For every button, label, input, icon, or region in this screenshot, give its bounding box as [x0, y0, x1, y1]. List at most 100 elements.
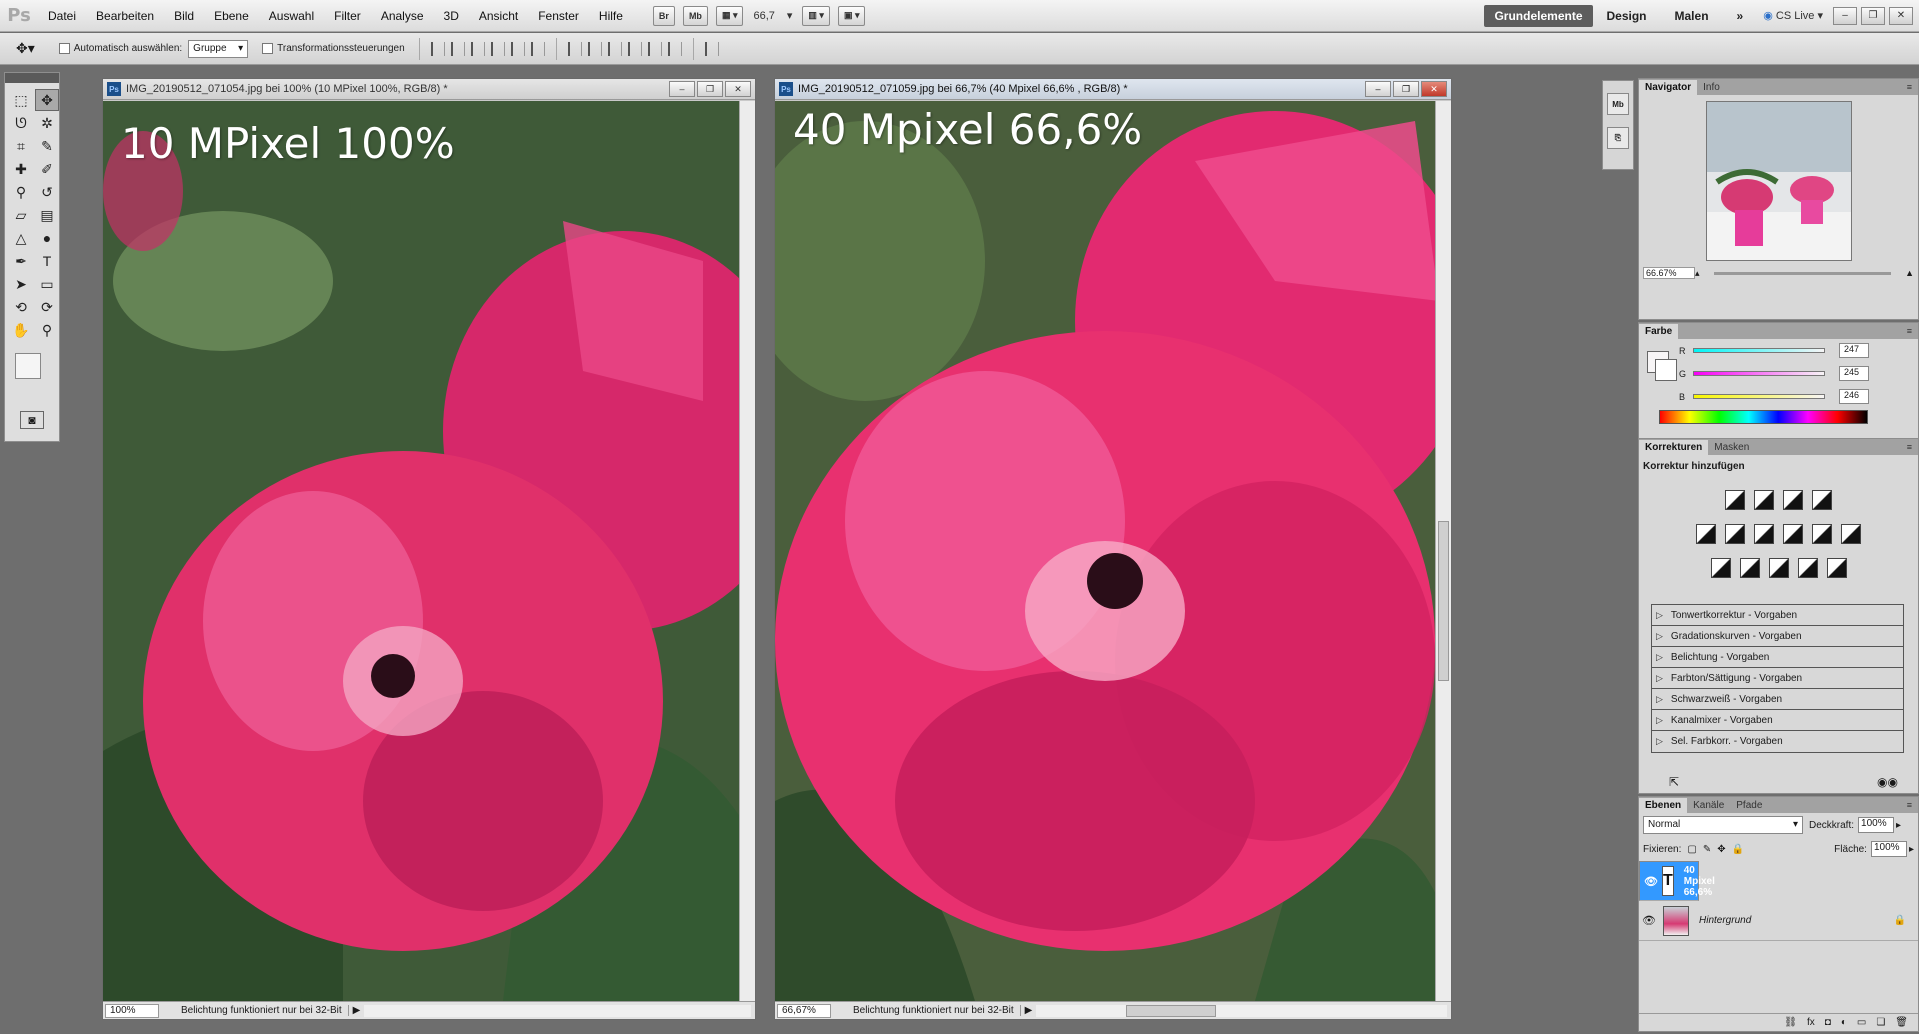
color-g-value[interactable]: 245 [1839, 366, 1869, 381]
preset-farbton-saettigung[interactable]: Farbton/Sättigung - Vorgaben [1652, 668, 1903, 689]
menu-ebene[interactable]: Ebene [204, 9, 259, 23]
menu-bearbeiten[interactable]: Bearbeiten [86, 9, 164, 23]
zoom-tool-icon[interactable]: ⚲ [35, 319, 59, 341]
visibility-eye-icon[interactable]: 👁 [1639, 914, 1659, 927]
pen-tool-icon[interactable]: ✒ [9, 250, 33, 272]
new-adjustment-layer-icon[interactable]: ◐ [1841, 1017, 1847, 1028]
doc-restore-button[interactable]: ❐ [697, 81, 723, 97]
align-hcenter-icon[interactable] [510, 41, 525, 56]
zoom-level-field[interactable]: 66,7 [753, 10, 774, 22]
foreground-color-swatch[interactable] [15, 353, 41, 379]
minimize-button[interactable]: – [1833, 6, 1857, 25]
brightness-contrast-icon[interactable] [1725, 490, 1745, 510]
color-r-slider[interactable] [1693, 348, 1825, 353]
panel-menu-icon[interactable]: ≡ [1901, 800, 1918, 810]
adjustments-clip-icon[interactable]: ◉◉ [1877, 775, 1898, 789]
canvas-left[interactable]: 10 MPixel 100% [103, 101, 739, 1001]
align-top-icon[interactable] [430, 41, 445, 56]
doc-close-button[interactable]: ✕ [725, 81, 751, 97]
lasso-tool-icon[interactable]: ᘎ [9, 112, 33, 134]
add-mask-icon[interactable]: ◘ [1825, 1017, 1831, 1028]
color-g-slider[interactable] [1693, 371, 1825, 376]
posterize-icon[interactable] [1739, 558, 1760, 578]
horizontal-scrollbar-left[interactable] [364, 1004, 751, 1017]
menu-bild[interactable]: Bild [164, 9, 204, 23]
menu-analyse[interactable]: Analyse [371, 9, 434, 23]
screen-mode-button[interactable]: ▣ ▾ [837, 5, 866, 26]
tab-korrekturen[interactable]: Korrekturen [1639, 440, 1709, 455]
tab-kanaele[interactable]: Kanäle [1687, 798, 1730, 813]
canvas-right[interactable]: 40 Mpixel 66,6% [775, 101, 1435, 1001]
adjustments-return-icon[interactable]: ⇱ [1669, 775, 1679, 789]
move-tool-icon[interactable]: ✥ [35, 89, 59, 111]
restore-button[interactable]: ❐ [1861, 6, 1885, 25]
lock-transparency-icon[interactable]: ▢ [1687, 844, 1696, 855]
history-panel-icon[interactable]: ⎘ [1607, 127, 1629, 149]
distribute-hcenter-icon[interactable] [647, 41, 662, 56]
gradient-map-icon[interactable] [1797, 558, 1818, 578]
bridge-button[interactable]: Br [652, 5, 675, 26]
blend-mode-dropdown[interactable]: Normal ▾ [1643, 816, 1803, 834]
eraser-tool-icon[interactable]: ▱ [9, 204, 33, 226]
transform-controls-checkbox[interactable] [262, 43, 274, 54]
layer-name[interactable]: 40 Mpixel 66,6% [1684, 865, 1715, 898]
doc-close-button[interactable]: ✕ [1421, 81, 1447, 97]
tools-panel-header[interactable] [5, 73, 59, 83]
layer-name[interactable]: Hintergrund [1699, 915, 1751, 926]
3d-camera-tool-icon[interactable]: ⟳ [35, 296, 59, 318]
lock-all-icon[interactable]: 🔒 [1732, 844, 1744, 855]
minibridge-button[interactable]: Mb [682, 5, 708, 26]
blur-tool-icon[interactable]: △ [9, 227, 33, 249]
navigator-zoom-field[interactable]: 66.67% [1643, 267, 1695, 279]
document-title-bar-right[interactable]: Ps IMG_20190512_071059.jpg bei 66,7% (40… [775, 79, 1451, 100]
type-tool-icon[interactable]: T [35, 250, 59, 272]
menu-auswahl[interactable]: Auswahl [259, 9, 324, 23]
gradient-tool-icon[interactable]: ▤ [35, 204, 59, 226]
vertical-scrollbar-right[interactable] [1435, 101, 1451, 1001]
3d-rotate-tool-icon[interactable]: ⟲ [9, 296, 33, 318]
curves-icon[interactable] [1783, 490, 1803, 510]
tab-ebenen[interactable]: Ebenen [1639, 798, 1688, 813]
color-balance-icon[interactable] [1754, 524, 1774, 544]
opacity-field[interactable]: 100% [1858, 817, 1895, 833]
zoom-field-left[interactable]: 100% [105, 1003, 159, 1018]
threshold-icon[interactable] [1768, 558, 1789, 578]
document-title-bar-left[interactable]: Ps IMG_20190512_071054.jpg bei 100% (10 … [103, 79, 755, 100]
color-b-slider[interactable] [1693, 394, 1825, 399]
marquee-tool-icon[interactable]: ⬚ [9, 89, 33, 111]
doc-restore-button[interactable]: ❐ [1393, 81, 1419, 97]
preset-tonwertkorrektur[interactable]: Tonwertkorrektur - Vorgaben [1652, 605, 1903, 626]
menu-3d[interactable]: 3D [434, 9, 469, 23]
preset-schwarzweiss[interactable]: Schwarzweiß - Vorgaben [1652, 689, 1903, 710]
new-layer-icon[interactable]: ❏ [1876, 1017, 1885, 1028]
shape-tool-icon[interactable]: ▭ [35, 273, 59, 295]
layer-style-icon[interactable]: fx [1807, 1017, 1815, 1028]
preset-kanalmixer[interactable]: Kanalmixer - Vorgaben [1652, 710, 1903, 731]
tab-info[interactable]: Info [1697, 80, 1726, 95]
panel-menu-icon[interactable]: ≡ [1901, 82, 1918, 92]
hue-saturation-icon[interactable] [1725, 524, 1745, 544]
fill-field[interactable]: 100% [1870, 841, 1907, 857]
menu-ansicht[interactable]: Ansicht [469, 9, 528, 23]
arrange-documents-button[interactable]: ▥ ▾ [802, 5, 830, 26]
zoom-field-right[interactable]: 66,67% [777, 1003, 831, 1018]
extras-dropdown-button[interactable]: ▦ ▾ [715, 5, 744, 26]
align-left-icon[interactable] [490, 41, 505, 56]
color-panel-background-swatch[interactable] [1655, 359, 1677, 381]
color-b-value[interactable]: 246 [1839, 389, 1869, 404]
horizontal-scroll-thumb[interactable] [1126, 1004, 1217, 1017]
color-spectrum-bar[interactable] [1659, 410, 1868, 424]
distribute-left-icon[interactable] [627, 41, 642, 56]
black-white-icon[interactable] [1783, 524, 1803, 544]
opacity-arrow-icon[interactable]: ▸ [1896, 820, 1901, 831]
delete-layer-icon[interactable]: 🗑 [1895, 1017, 1908, 1028]
lock-pixels-icon[interactable]: ✎ [1703, 844, 1711, 855]
tab-farbe[interactable]: Farbe [1639, 324, 1679, 339]
layer-row-background[interactable]: 👁 Hintergrund 🔒 [1639, 901, 1918, 941]
fill-arrow-icon[interactable]: ▸ [1909, 844, 1914, 855]
doc-minimize-button[interactable]: – [1365, 81, 1391, 97]
photo-filter-icon[interactable] [1812, 524, 1832, 544]
color-r-value[interactable]: 247 [1839, 343, 1869, 358]
workspace-malen[interactable]: Malen [1661, 9, 1723, 23]
clone-stamp-tool-icon[interactable]: ⚲ [9, 181, 33, 203]
